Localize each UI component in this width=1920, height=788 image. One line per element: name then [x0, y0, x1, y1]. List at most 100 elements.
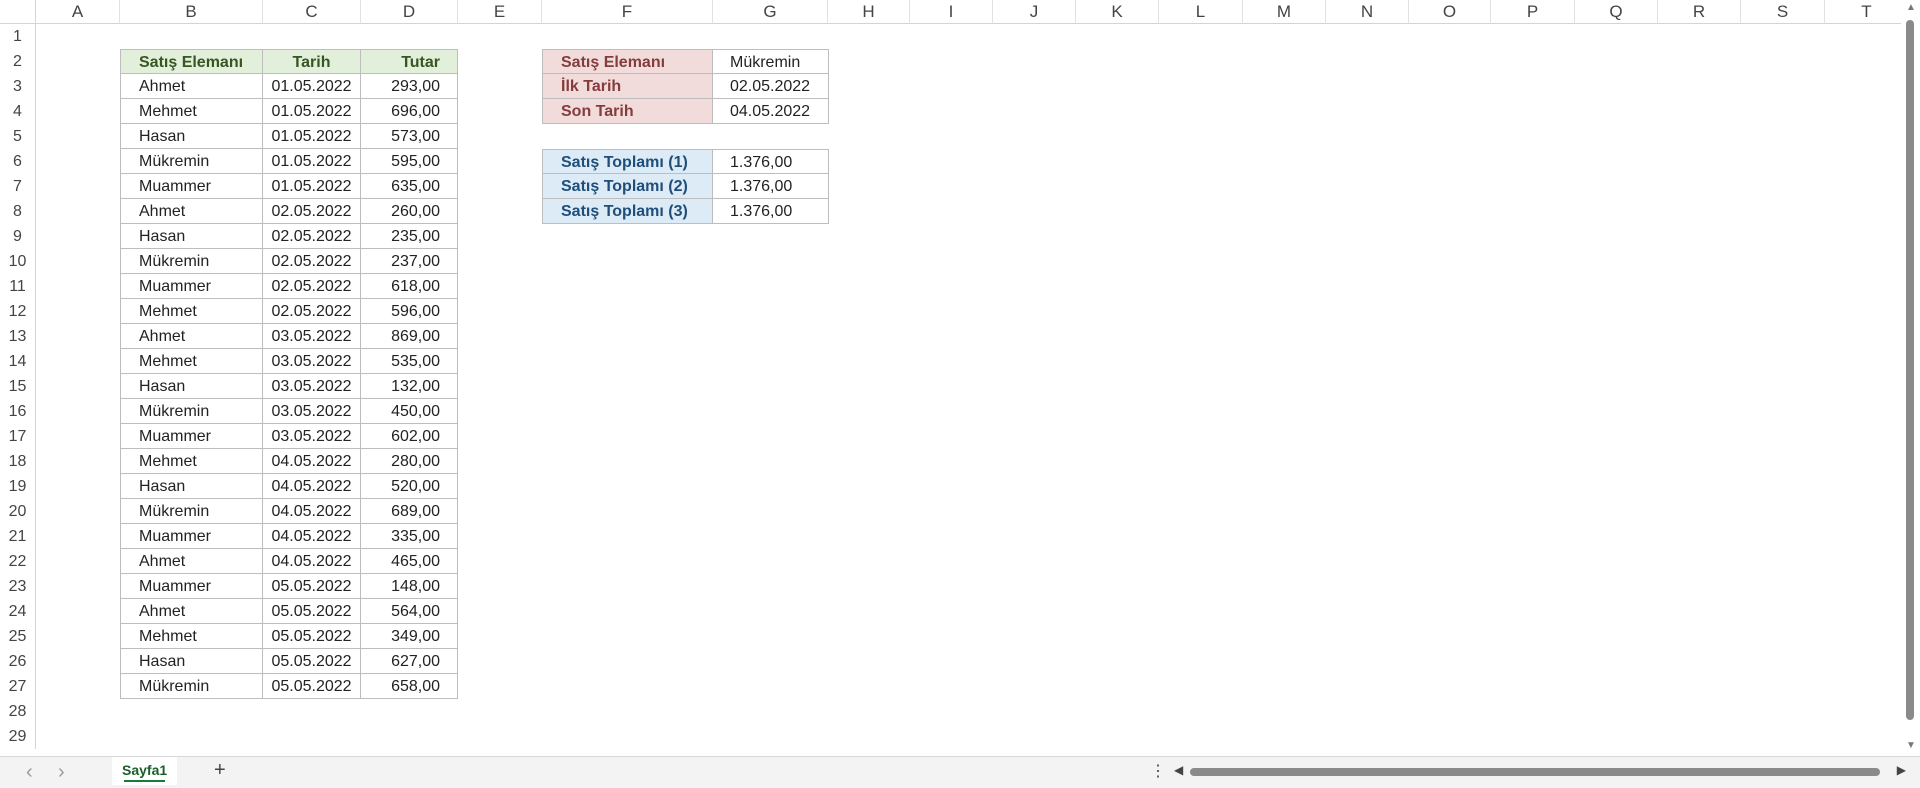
table-cell[interactable]: 335,00: [361, 524, 458, 549]
table-cell[interactable]: 02.05.2022: [263, 249, 361, 274]
row-header-4[interactable]: 4: [0, 99, 36, 124]
row-header-25[interactable]: 25: [0, 624, 36, 649]
table-cell[interactable]: Mehmet: [120, 624, 263, 649]
table-cell[interactable]: 564,00: [361, 599, 458, 624]
table-cell[interactable]: 293,00: [361, 74, 458, 99]
table-cell[interactable]: 148,00: [361, 574, 458, 599]
row-header-13[interactable]: 13: [0, 324, 36, 349]
next-sheet-icon[interactable]: ›: [58, 761, 65, 784]
column-header-f[interactable]: F: [542, 0, 713, 24]
table-cell[interactable]: 869,00: [361, 324, 458, 349]
table-cell[interactable]: 03.05.2022: [263, 324, 361, 349]
column-header-s[interactable]: S: [1741, 0, 1825, 24]
table-cell[interactable]: Mükremin: [120, 149, 263, 174]
table-cell[interactable]: Muammer: [120, 174, 263, 199]
table-cell[interactable]: 602,00: [361, 424, 458, 449]
row-header-21[interactable]: 21: [0, 524, 36, 549]
criteria-label[interactable]: Satış Elemanı: [542, 49, 713, 74]
row-header-3[interactable]: 3: [0, 74, 36, 99]
table-cell[interactable]: 349,00: [361, 624, 458, 649]
table-cell[interactable]: 05.05.2022: [263, 574, 361, 599]
row-header-18[interactable]: 18: [0, 449, 36, 474]
table-cell[interactable]: 573,00: [361, 124, 458, 149]
table-cell[interactable]: Ahmet: [120, 324, 263, 349]
row-header-12[interactable]: 12: [0, 299, 36, 324]
total-value[interactable]: 1.376,00: [713, 199, 829, 224]
column-header-j[interactable]: J: [993, 0, 1076, 24]
spreadsheet-grid[interactable]: ABCDEFGHIJKLMNOPQRST 1 2 3 4 5 6 7 8 9 10 11 12 13 14…: [0, 0, 1901, 756]
table-cell[interactable]: Hasan: [120, 124, 263, 149]
row-header-23[interactable]: 23: [0, 574, 36, 599]
table-cell[interactable]: Mükremin: [120, 499, 263, 524]
table-cell[interactable]: Ahmet: [120, 599, 263, 624]
criteria-label[interactable]: Son Tarih: [542, 99, 713, 124]
table-cell[interactable]: 04.05.2022: [263, 549, 361, 574]
row-header-17[interactable]: 17: [0, 424, 36, 449]
table-cell[interactable]: Hasan: [120, 474, 263, 499]
table-cell[interactable]: 235,00: [361, 224, 458, 249]
table-cell[interactable]: 04.05.2022: [263, 449, 361, 474]
column-header-h[interactable]: H: [828, 0, 910, 24]
table-cell[interactable]: 01.05.2022: [263, 124, 361, 149]
table-cell[interactable]: Hasan: [120, 649, 263, 674]
table-cell[interactable]: Mehmet: [120, 299, 263, 324]
row-header-27[interactable]: 27: [0, 674, 36, 699]
row-header-2[interactable]: 2: [0, 49, 36, 74]
column-header-m[interactable]: M: [1243, 0, 1326, 24]
table-cell[interactable]: 260,00: [361, 199, 458, 224]
column-header-k[interactable]: K: [1076, 0, 1159, 24]
sheet-tab-sayfa1[interactable]: Sayfa1: [112, 757, 178, 785]
column-header-o[interactable]: O: [1409, 0, 1491, 24]
column-header-g[interactable]: G: [713, 0, 828, 24]
row-header-14[interactable]: 14: [0, 349, 36, 374]
table-cell[interactable]: 696,00: [361, 99, 458, 124]
row-header-28[interactable]: 28: [0, 699, 36, 724]
vertical-scrollbar[interactable]: ▲ ▼: [1901, 0, 1920, 756]
row-header-16[interactable]: 16: [0, 399, 36, 424]
row-header-5[interactable]: 5: [0, 124, 36, 149]
column-header-d[interactable]: D: [361, 0, 458, 24]
criteria-value[interactable]: Mükremin: [713, 49, 829, 74]
row-header-7[interactable]: 7: [0, 174, 36, 199]
column-header-c[interactable]: C: [263, 0, 361, 24]
table-cell[interactable]: 04.05.2022: [263, 524, 361, 549]
column-header-t[interactable]: T: [1825, 0, 1901, 24]
row-header-11[interactable]: 11: [0, 274, 36, 299]
table-cell[interactable]: 05.05.2022: [263, 624, 361, 649]
criteria-value[interactable]: 02.05.2022: [713, 74, 829, 99]
table-cell[interactable]: 465,00: [361, 549, 458, 574]
table-cell[interactable]: 595,00: [361, 149, 458, 174]
criteria-label[interactable]: İlk Tarih: [542, 74, 713, 99]
table-cell[interactable]: Mehmet: [120, 449, 263, 474]
table-cell[interactable]: 03.05.2022: [263, 374, 361, 399]
column-header-b[interactable]: B: [120, 0, 263, 24]
table-header-cell[interactable]: Tutar: [361, 49, 458, 74]
table-cell[interactable]: Ahmet: [120, 549, 263, 574]
column-header-i[interactable]: I: [910, 0, 993, 24]
table-cell[interactable]: Muammer: [120, 524, 263, 549]
table-cell[interactable]: 01.05.2022: [263, 99, 361, 124]
table-cell[interactable]: Muammer: [120, 274, 263, 299]
table-cell[interactable]: 450,00: [361, 399, 458, 424]
table-cell[interactable]: 05.05.2022: [263, 674, 361, 699]
table-cell[interactable]: Muammer: [120, 574, 263, 599]
select-all-corner[interactable]: [0, 0, 36, 24]
horizontal-scrollbar[interactable]: ◀ ▶: [1172, 763, 1908, 779]
table-cell[interactable]: 658,00: [361, 674, 458, 699]
table-cell[interactable]: 618,00: [361, 274, 458, 299]
table-cell[interactable]: Ahmet: [120, 199, 263, 224]
criteria-value[interactable]: 04.05.2022: [713, 99, 829, 124]
table-cell[interactable]: 04.05.2022: [263, 474, 361, 499]
table-cell[interactable]: 02.05.2022: [263, 299, 361, 324]
prev-sheet-icon[interactable]: ‹: [26, 761, 33, 784]
table-cell[interactable]: Hasan: [120, 374, 263, 399]
table-cell[interactable]: 596,00: [361, 299, 458, 324]
row-header-29[interactable]: 29: [0, 724, 36, 749]
scroll-right-icon[interactable]: ▶: [1897, 763, 1906, 777]
total-label[interactable]: Satış Toplamı (2): [542, 174, 713, 199]
table-cell[interactable]: 280,00: [361, 449, 458, 474]
vertical-scroll-thumb[interactable]: [1906, 20, 1914, 720]
table-cell[interactable]: Mehmet: [120, 349, 263, 374]
row-header-15[interactable]: 15: [0, 374, 36, 399]
column-header-a[interactable]: A: [36, 0, 120, 24]
